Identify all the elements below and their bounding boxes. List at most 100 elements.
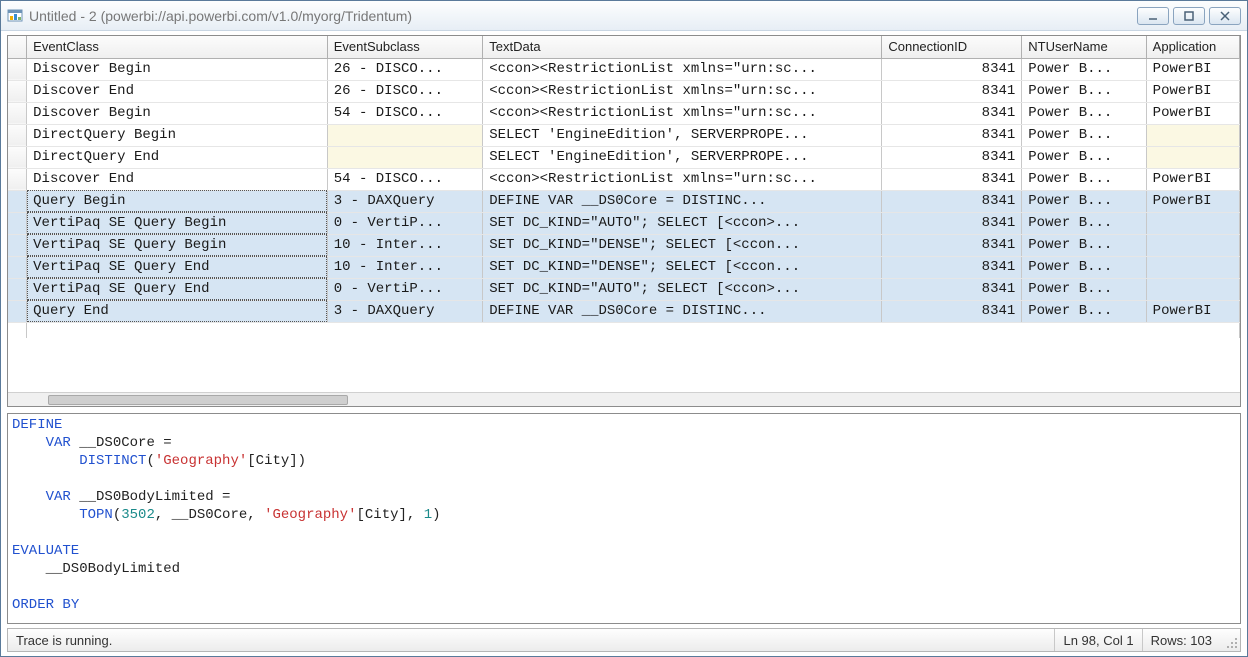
cell-eventclass[interactable]: Query Begin <box>27 190 328 212</box>
table-row[interactable]: Query End3 - DAXQueryDEFINE VAR __DS0Cor… <box>8 300 1240 322</box>
cell-subclass[interactable]: 26 - DISCO... <box>327 80 482 102</box>
table-row[interactable]: Discover End54 - DISCO...<ccon><Restrict… <box>8 168 1240 190</box>
cell-ntuser[interactable]: Power B... <box>1022 278 1146 300</box>
cell-subclass[interactable] <box>327 146 482 168</box>
cell-eventclass[interactable]: VertiPaq SE Query End <box>27 256 328 278</box>
cell-eventclass[interactable]: VertiPaq SE Query Begin <box>27 234 328 256</box>
table-row[interactable]: Discover End26 - DISCO...<ccon><Restrict… <box>8 80 1240 102</box>
cell-eventclass[interactable]: DirectQuery Begin <box>27 124 328 146</box>
cell-appname[interactable] <box>1146 124 1239 146</box>
col-connectionid[interactable]: ConnectionID <box>882 36 1022 58</box>
cell-textdata[interactable]: <ccon><RestrictionList xmlns="urn:sc... <box>483 168 882 190</box>
cell-textdata[interactable]: SET DC_KIND="AUTO"; SELECT [<ccon>... <box>483 212 882 234</box>
size-grip[interactable] <box>1220 629 1240 651</box>
col-textdata[interactable]: TextData <box>483 36 882 58</box>
cell-connid[interactable]: 8341 <box>882 146 1022 168</box>
cell-ntuser[interactable]: Power B... <box>1022 58 1146 80</box>
cell-textdata[interactable]: SET DC_KIND="AUTO"; SELECT [<ccon>... <box>483 278 882 300</box>
table-row[interactable]: DirectQuery End SELECT 'EngineEdition', … <box>8 146 1240 168</box>
minimize-button[interactable] <box>1137 7 1169 25</box>
titlebar[interactable]: Untitled - 2 (powerbi://api.powerbi.com/… <box>1 1 1247 31</box>
cell-textdata[interactable]: <ccon><RestrictionList xmlns="urn:sc... <box>483 80 882 102</box>
cell-eventclass[interactable]: Discover Begin <box>27 58 328 80</box>
cell-connid[interactable]: 8341 <box>882 256 1022 278</box>
row-header[interactable] <box>8 80 27 102</box>
table-row[interactable]: VertiPaq SE Query Begin0 - VertiP...SET … <box>8 212 1240 234</box>
cell-ntuser[interactable]: Power B... <box>1022 80 1146 102</box>
table-row[interactable]: DirectQuery Begin SELECT 'EngineEdition'… <box>8 124 1240 146</box>
cell-subclass[interactable]: 0 - VertiP... <box>327 212 482 234</box>
table-row[interactable]: VertiPaq SE Query End10 - Inter...SET DC… <box>8 256 1240 278</box>
cell-eventclass[interactable]: Discover Begin <box>27 102 328 124</box>
table-row[interactable]: VertiPaq SE Query End0 - VertiP...SET DC… <box>8 278 1240 300</box>
cell-ntuser[interactable]: Power B... <box>1022 300 1146 322</box>
row-header[interactable] <box>8 146 27 168</box>
cell-connid[interactable]: 8341 <box>882 190 1022 212</box>
cell-ntuser[interactable]: Power B... <box>1022 124 1146 146</box>
table-row[interactable]: Discover Begin54 - DISCO...<ccon><Restri… <box>8 102 1240 124</box>
row-header-corner[interactable] <box>8 36 27 58</box>
cell-textdata[interactable]: SET DC_KIND="DENSE"; SELECT [<ccon... <box>483 256 882 278</box>
cell-subclass[interactable]: 26 - DISCO... <box>327 58 482 80</box>
cell-appname[interactable]: PowerBI <box>1146 190 1239 212</box>
cell-connid[interactable]: 8341 <box>882 58 1022 80</box>
table-row[interactable]: Query Begin3 - DAXQueryDEFINE VAR __DS0C… <box>8 190 1240 212</box>
row-header[interactable] <box>8 168 27 190</box>
cell-ntuser[interactable]: Power B... <box>1022 212 1146 234</box>
row-header[interactable] <box>8 212 27 234</box>
cell-eventclass[interactable]: DirectQuery End <box>27 146 328 168</box>
cell-textdata[interactable]: <ccon><RestrictionList xmlns="urn:sc... <box>483 102 882 124</box>
cell-textdata[interactable]: SELECT 'EngineEdition', SERVERPROPE... <box>483 124 882 146</box>
close-button[interactable] <box>1209 7 1241 25</box>
cell-ntuser[interactable]: Power B... <box>1022 190 1146 212</box>
cell-appname[interactable] <box>1146 146 1239 168</box>
trace-grid[interactable]: EventClass EventSubclass TextData Connec… <box>7 35 1241 407</box>
cell-textdata[interactable]: DEFINE VAR __DS0Core = DISTINC... <box>483 300 882 322</box>
cell-connid[interactable]: 8341 <box>882 212 1022 234</box>
cell-appname[interactable]: PowerBI <box>1146 102 1239 124</box>
cell-eventclass[interactable]: Discover End <box>27 168 328 190</box>
cell-textdata[interactable]: DEFINE VAR __DS0Core = DISTINC... <box>483 190 882 212</box>
cell-subclass[interactable]: 3 - DAXQuery <box>327 190 482 212</box>
cell-connid[interactable]: 8341 <box>882 124 1022 146</box>
col-eventclass[interactable]: EventClass <box>27 36 328 58</box>
cell-appname[interactable]: PowerBI <box>1146 80 1239 102</box>
cell-textdata[interactable]: <ccon><RestrictionList xmlns="urn:sc... <box>483 58 882 80</box>
row-header[interactable] <box>8 102 27 124</box>
cell-appname[interactable]: PowerBI <box>1146 168 1239 190</box>
row-header[interactable] <box>8 234 27 256</box>
cell-ntuser[interactable]: Power B... <box>1022 234 1146 256</box>
row-header[interactable] <box>8 124 27 146</box>
cell-connid[interactable]: 8341 <box>882 80 1022 102</box>
cell-appname[interactable]: PowerBI <box>1146 58 1239 80</box>
cell-subclass[interactable]: 3 - DAXQuery <box>327 300 482 322</box>
cell-appname[interactable] <box>1146 234 1239 256</box>
cell-subclass[interactable]: 54 - DISCO... <box>327 168 482 190</box>
cell-appname[interactable] <box>1146 278 1239 300</box>
col-eventsubclass[interactable]: EventSubclass <box>327 36 482 58</box>
cell-eventclass[interactable]: Query End <box>27 300 328 322</box>
cell-connid[interactable]: 8341 <box>882 168 1022 190</box>
maximize-button[interactable] <box>1173 7 1205 25</box>
row-header[interactable] <box>8 190 27 212</box>
cell-eventclass[interactable]: Discover End <box>27 80 328 102</box>
table-row[interactable]: VertiPaq SE Query Begin10 - Inter...SET … <box>8 234 1240 256</box>
cell-eventclass[interactable]: VertiPaq SE Query Begin <box>27 212 328 234</box>
cell-subclass[interactable]: 10 - Inter... <box>327 234 482 256</box>
row-header[interactable] <box>8 256 27 278</box>
cell-subclass[interactable]: 0 - VertiP... <box>327 278 482 300</box>
cell-ntuser[interactable]: Power B... <box>1022 256 1146 278</box>
cell-eventclass[interactable]: VertiPaq SE Query End <box>27 278 328 300</box>
col-applicationname[interactable]: Application <box>1146 36 1239 58</box>
row-header[interactable] <box>8 278 27 300</box>
cell-appname[interactable]: PowerBI <box>1146 300 1239 322</box>
cell-appname[interactable] <box>1146 212 1239 234</box>
header-row[interactable]: EventClass EventSubclass TextData Connec… <box>8 36 1240 58</box>
cell-connid[interactable]: 8341 <box>882 278 1022 300</box>
cell-subclass[interactable]: 54 - DISCO... <box>327 102 482 124</box>
cell-textdata[interactable]: SET DC_KIND="DENSE"; SELECT [<ccon... <box>483 234 882 256</box>
cell-ntuser[interactable]: Power B... <box>1022 146 1146 168</box>
cell-ntuser[interactable]: Power B... <box>1022 168 1146 190</box>
cell-ntuser[interactable]: Power B... <box>1022 102 1146 124</box>
cell-appname[interactable] <box>1146 256 1239 278</box>
